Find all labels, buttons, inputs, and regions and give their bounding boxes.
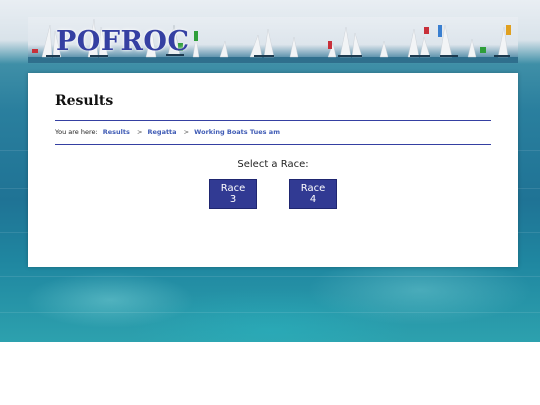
race-4-button[interactable]: Race 4 [289, 179, 337, 209]
breadcrumb-separator: > [136, 128, 143, 136]
breadcrumb-link-results[interactable]: Results [103, 128, 130, 136]
race-3-button[interactable]: Race 3 [209, 179, 257, 209]
breadcrumb-link-regatta[interactable]: Regatta [148, 128, 177, 136]
content-panel: Results You are here: Results > Regatta … [28, 73, 518, 267]
breadcrumb-prefix: You are here: [55, 128, 98, 136]
site-logo[interactable]: POFROC [56, 26, 189, 57]
page-title: Results [55, 93, 114, 109]
race-select-prompt: Select a Race: [237, 159, 309, 170]
title-divider [55, 120, 491, 121]
breadcrumb-separator: > [183, 128, 190, 136]
breadcrumb: You are here: Results > Regatta > Workin… [55, 128, 280, 136]
breadcrumb-divider [55, 144, 491, 145]
breadcrumb-link-current-event[interactable]: Working Boats Tues am [194, 128, 280, 136]
